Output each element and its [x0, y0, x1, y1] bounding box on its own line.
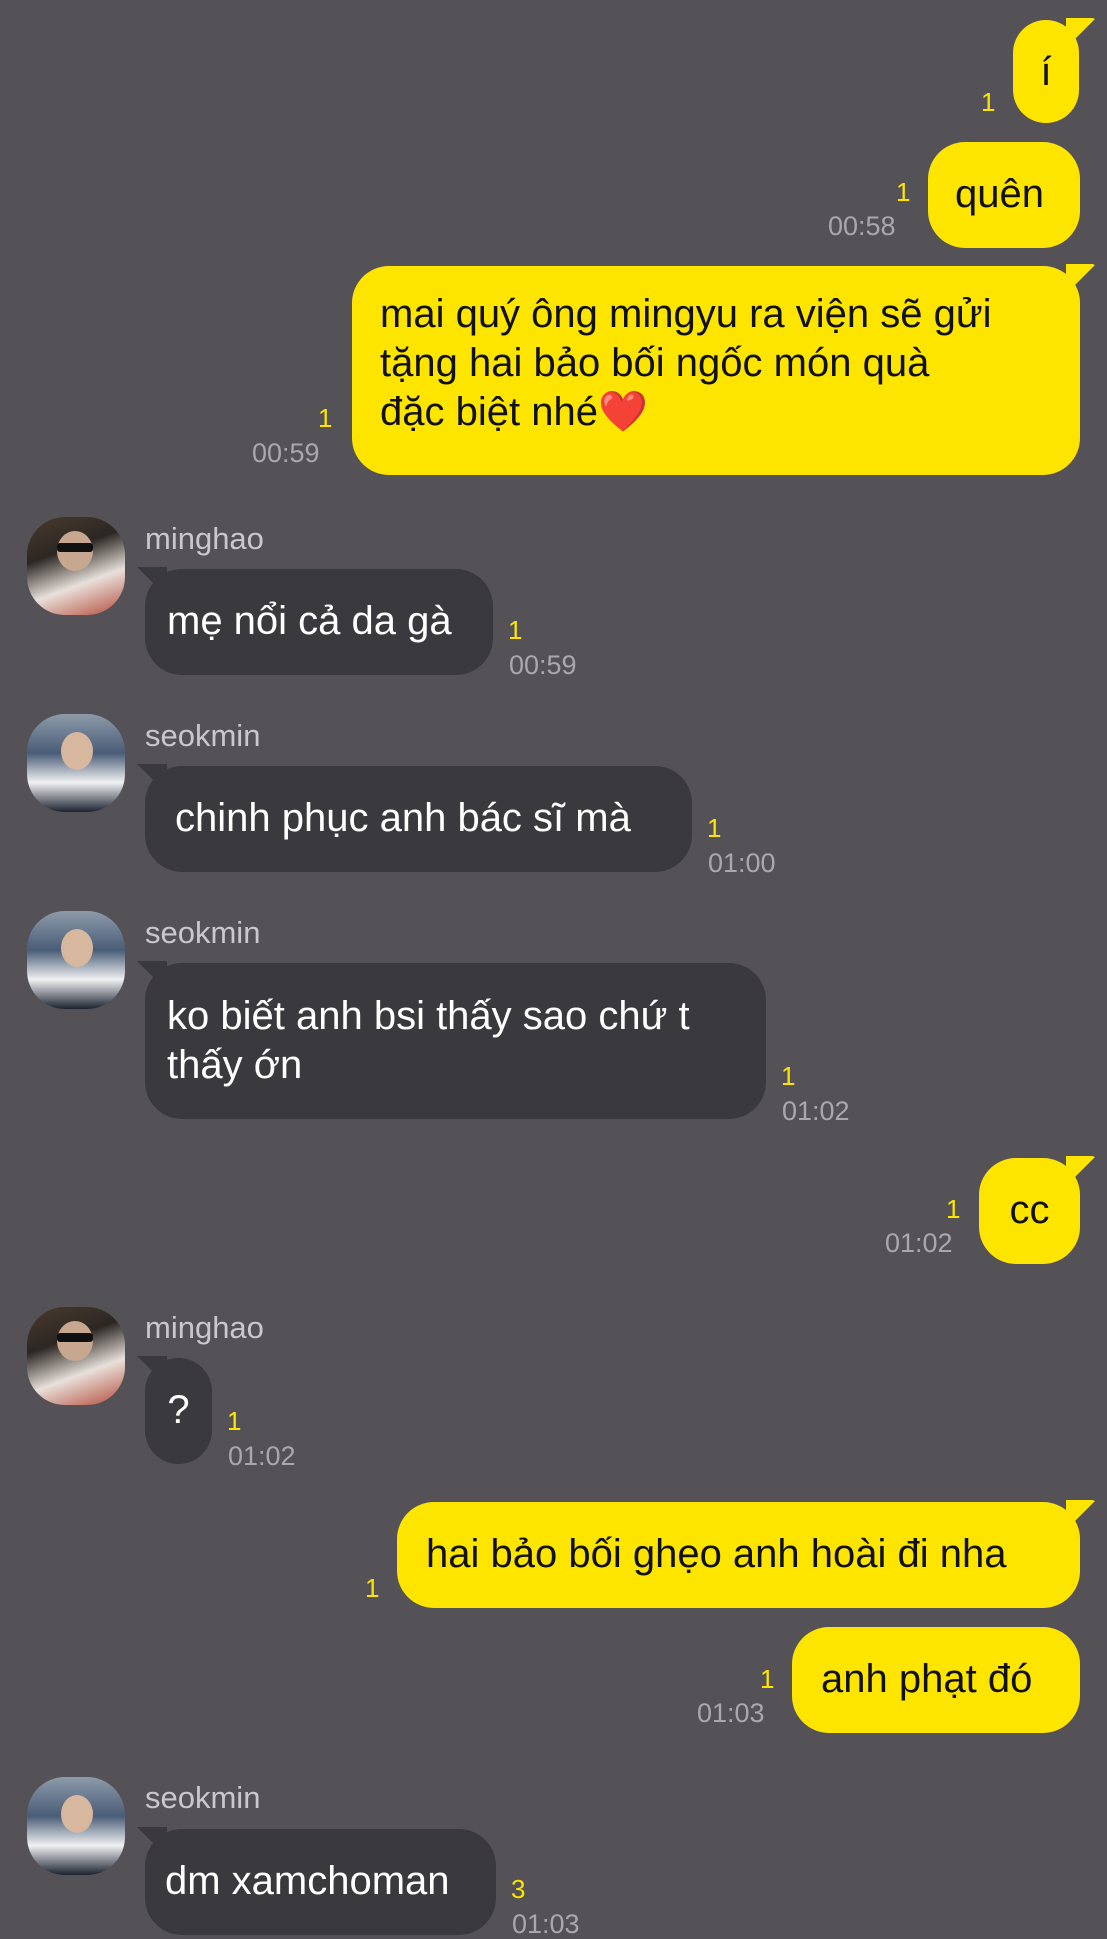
message-line: thấy ớn	[167, 1043, 303, 1087]
unread-count: 1	[508, 615, 523, 645]
avatar[interactable]	[27, 714, 125, 812]
unread-count: 1	[946, 1194, 961, 1224]
sender-name: seokmin	[145, 1780, 261, 1815]
unread-count: 1	[318, 403, 333, 433]
unread-count: 1	[896, 177, 911, 207]
outgoing-message[interactable]: quên	[928, 142, 1080, 248]
message-line: đặc biệt nhé❤️	[380, 390, 648, 434]
bubble-tail	[1066, 1156, 1096, 1186]
unread-count: 1	[781, 1061, 796, 1091]
sender-name: minghao	[145, 521, 264, 556]
outgoing-message[interactable]: cc	[979, 1158, 1080, 1264]
unread-count: 1	[227, 1406, 242, 1436]
unread-count: 1	[760, 1664, 775, 1694]
incoming-message[interactable]: ko biết anh bsi thấy sao chứ t thấy ớn	[145, 963, 766, 1119]
message-time: 00:58	[828, 211, 896, 241]
unread-count: 1	[707, 813, 722, 843]
outgoing-message[interactable]: mai quý ông mingyu ra viện sẽ gửi tặng h…	[352, 266, 1080, 475]
message-time: 01:00	[708, 848, 776, 878]
avatar[interactable]	[27, 911, 125, 1009]
message-line: ko biết anh bsi thấy sao chứ t	[167, 994, 690, 1038]
bubble-tail	[1066, 18, 1096, 48]
bubble-tail	[1066, 264, 1096, 294]
incoming-message[interactable]: dm xamchoman	[145, 1829, 496, 1935]
unread-count: 1	[365, 1573, 380, 1603]
sender-name: minghao	[145, 1310, 264, 1345]
message-time: 01:02	[782, 1096, 850, 1126]
unread-count: 3	[511, 1874, 526, 1904]
message-time: 00:59	[509, 650, 577, 680]
unread-count: 1	[981, 87, 996, 117]
message-time: 01:02	[885, 1228, 953, 1258]
avatar[interactable]	[27, 1777, 125, 1875]
incoming-message[interactable]: chinh phục anh bác sĩ mà	[145, 766, 692, 872]
bubble-tail	[1066, 1500, 1096, 1530]
avatar[interactable]	[27, 1307, 125, 1405]
sender-name: seokmin	[145, 718, 261, 753]
message-time: 01:02	[228, 1441, 296, 1471]
message-time: 01:03	[512, 1909, 580, 1939]
incoming-message[interactable]: mẹ nổi cả da gà	[145, 569, 493, 675]
sender-name: seokmin	[145, 915, 261, 950]
message-line: tặng hai bảo bối ngốc món quà	[380, 341, 930, 385]
avatar[interactable]	[27, 517, 125, 615]
outgoing-message[interactable]: hai bảo bối ghẹo anh hoài đi nha	[397, 1502, 1080, 1608]
message-line: mai quý ông mingyu ra viện sẽ gửi	[380, 292, 992, 336]
outgoing-message[interactable]: anh phạt đó	[792, 1627, 1080, 1733]
message-time: 01:03	[697, 1698, 765, 1728]
heart-emoji: ❤️	[597, 390, 648, 434]
message-time: 00:59	[252, 438, 320, 468]
